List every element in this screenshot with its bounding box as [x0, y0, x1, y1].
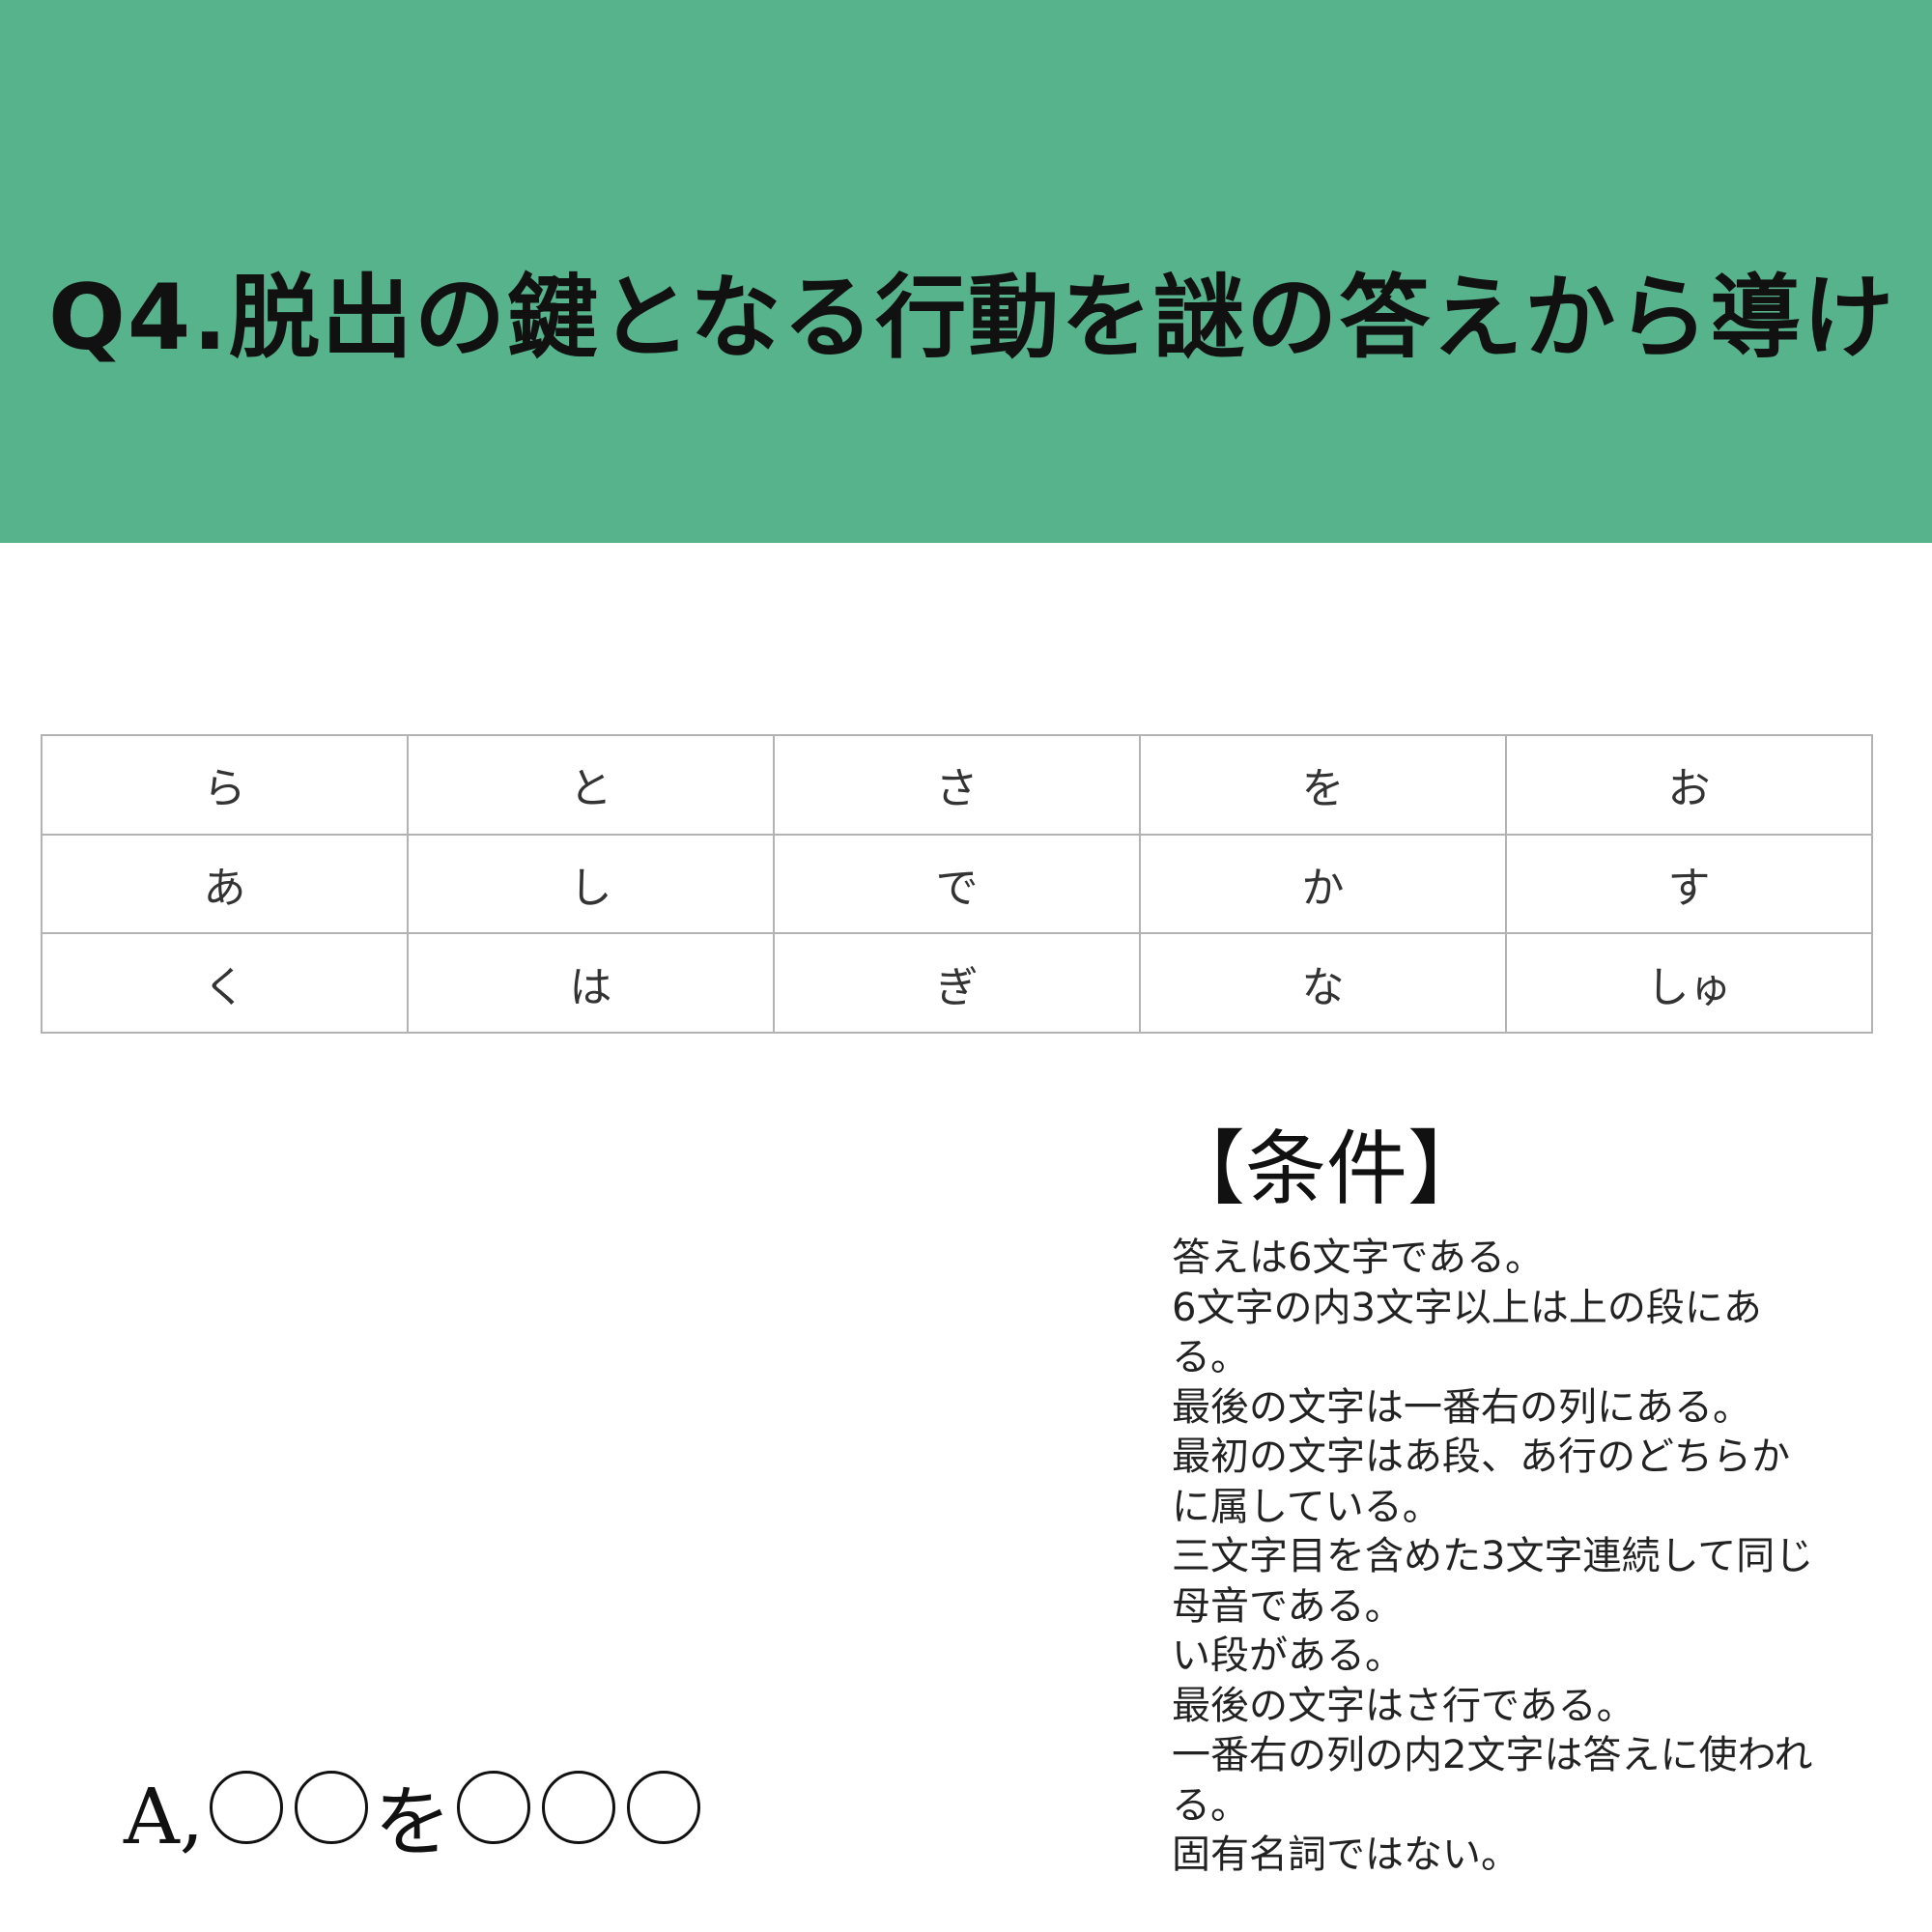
answer-blank-circle: [210, 1770, 284, 1844]
kana-cell: な: [1139, 932, 1507, 1034]
conditions-heading: 【条件】: [1164, 1122, 1490, 1216]
condition-line: 母音である。: [1172, 1583, 1404, 1629]
kana-grid: ら と さ を お あ し で か す く は ぎ な しゅ: [41, 734, 1873, 1034]
kana-cell: す: [1505, 833, 1873, 935]
condition-line: 最初の文字はあ段、あ行のどちらか: [1172, 1435, 1790, 1479]
kana-grid-row: く は ぎ な しゅ: [41, 932, 1873, 1034]
condition-line: 6文字の内3文字以上は上の段にあ: [1172, 1285, 1762, 1330]
answer-prefix: A,: [124, 1771, 205, 1861]
kana-cell: か: [1139, 833, 1507, 935]
condition-line: 一番右の列の内2文字は答えに使われ: [1172, 1733, 1813, 1777]
kana-cell: を: [1139, 734, 1507, 836]
answer-blank-circle: [542, 1770, 616, 1844]
kana-grid-row: あ し で か す: [41, 833, 1873, 935]
kana-grid-body: ら と さ を お あ し で か す く は ぎ な しゅ: [41, 734, 1873, 1034]
condition-line: 固有名詞ではない。: [1172, 1833, 1520, 1877]
answer-blank-circle: [457, 1770, 531, 1844]
kana-cell: ら: [41, 734, 409, 836]
condition-line: に属している。: [1172, 1484, 1441, 1529]
kana-cell: ぎ: [773, 932, 1141, 1034]
condition-line: 三文字目を含めた3文字連続して同じ: [1172, 1534, 1814, 1578]
kana-cell: お: [1505, 734, 1873, 836]
condition-line: い段がある。: [1172, 1634, 1404, 1678]
condition-line: る。: [1172, 1335, 1249, 1379]
answer-particle: を: [374, 1777, 452, 1867]
answer-blank-circle: [295, 1770, 369, 1844]
header-banner: Q4.脱出の鍵となる行動を謎の答えから導け: [0, 0, 1932, 543]
kana-cell: く: [41, 932, 409, 1034]
kana-cell: さ: [773, 734, 1141, 836]
kana-cell: しゅ: [1505, 932, 1873, 1034]
answer-blanks-first: [204, 1770, 374, 1862]
kana-cell: は: [407, 932, 775, 1034]
condition-line: 答えは6文字である。: [1172, 1236, 1545, 1280]
condition-line: 最後の文字は一番右の列にある。: [1172, 1384, 1751, 1430]
puzzle-title: Q4.脱出の鍵となる行動を謎の答えから導け: [48, 266, 1896, 371]
condition-line: 最後の文字はさ行である。: [1172, 1683, 1635, 1728]
kana-cell: で: [773, 833, 1141, 935]
kana-cell: あ: [41, 833, 409, 935]
kana-cell: し: [407, 833, 775, 935]
conditions-list: 答えは6文字である。 6文字の内3文字以上は上の段にあ る。 最後の文字は一番右…: [1172, 1234, 1882, 1881]
condition-line: る。: [1172, 1782, 1249, 1828]
answer-blanks-second: [451, 1770, 706, 1862]
answer-blank-circle: [627, 1770, 701, 1844]
kana-cell: と: [407, 734, 775, 836]
kana-grid-row: ら と さ を お: [41, 734, 1873, 836]
answer-line: A, を: [124, 1768, 706, 1867]
